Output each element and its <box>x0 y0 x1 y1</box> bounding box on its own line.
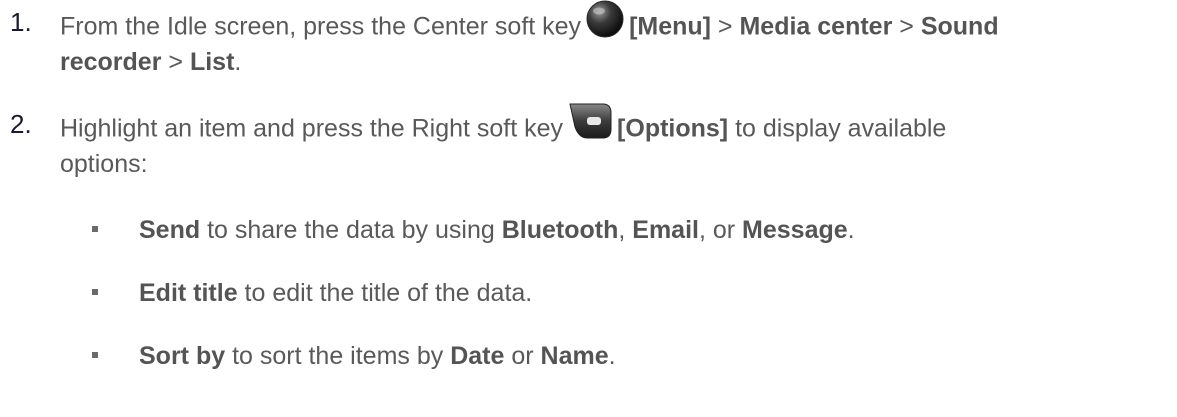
list-label: List <box>189 48 235 76</box>
step-number: 1. <box>10 7 32 37</box>
step-number: 2. <box>10 109 32 139</box>
menu-key-label: [Menu] <box>629 12 711 41</box>
bullet-marker <box>92 226 98 232</box>
step-line: options: <box>60 150 148 178</box>
media-center-label: Media center <box>739 12 893 41</box>
bullet-marker <box>92 352 98 358</box>
recorder-label: recorder <box>60 48 162 76</box>
bullet-marker <box>92 289 98 295</box>
step-line: Highlight an item and press the Right so… <box>60 103 1170 144</box>
options-key-label: [Options] <box>617 114 729 143</box>
right-soft-key-icon <box>567 101 613 153</box>
center-soft-key-icon <box>585 0 625 51</box>
step-text: Highlight an item and press the Right so… <box>60 103 1170 184</box>
step-line: From the Idle screen, press the Center s… <box>60 0 1170 42</box>
sound-label: Sound <box>920 12 999 41</box>
step-text: From the Idle screen, press the Center s… <box>60 0 1170 82</box>
